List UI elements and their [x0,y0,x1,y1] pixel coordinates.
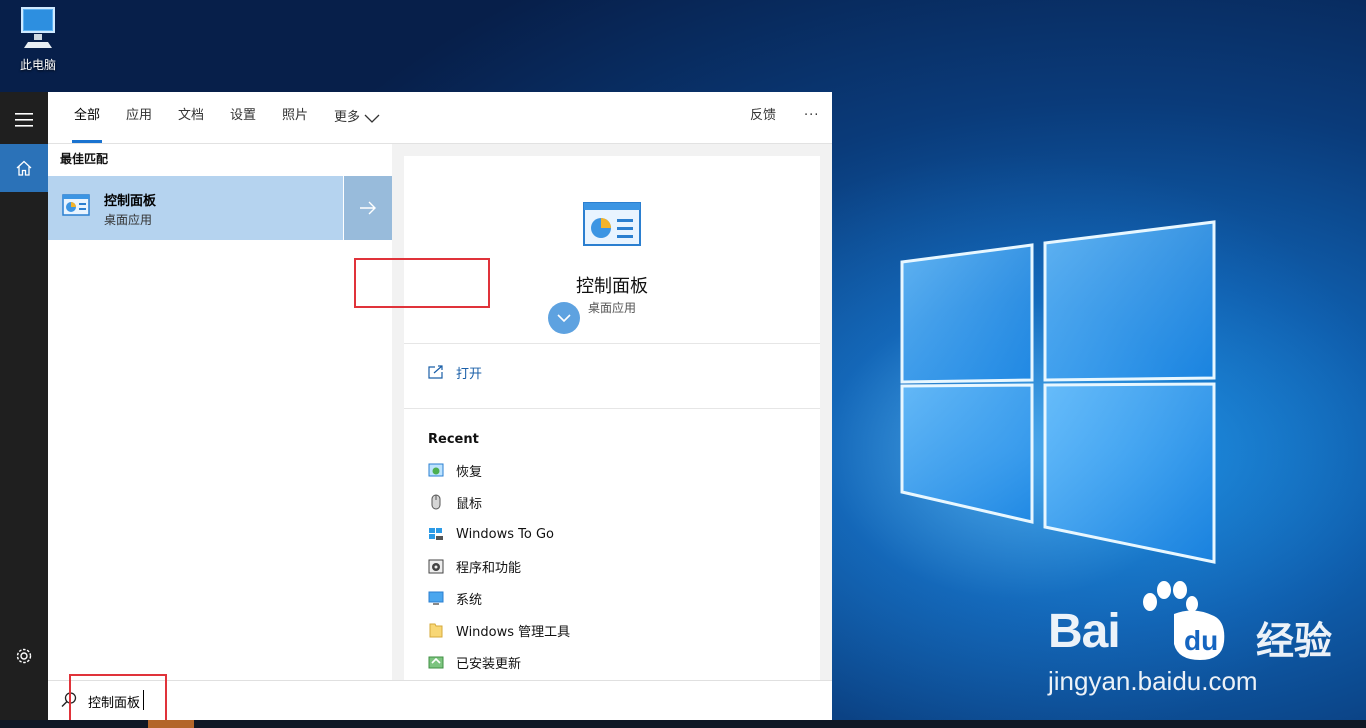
tab-more-label: 更多 [334,109,361,125]
results-list: 最佳匹配 控制面板 桌面应用 [48,144,392,680]
recent-item[interactable]: 系统 [428,587,482,609]
watermark-brand: Bai [1048,605,1121,658]
programs-features-icon [428,558,444,574]
recovery-icon [428,462,444,478]
taskbar-active-app[interactable] [148,720,194,728]
start-sidebar [0,92,48,720]
result-detail-pane: 控制面板 桌面应用 打开 Recent 恢复 鼠标 Windows To Go … [404,156,820,680]
recent-item[interactable]: Windows To Go [428,523,554,545]
installed-updates-icon [428,654,444,670]
hamburger-menu-icon [15,113,33,127]
recent-item-label: Windows To Go [456,526,555,542]
annotation-box-search [69,674,167,724]
recent-item-label: 鼠标 [456,496,483,512]
admin-tools-folder-icon [428,622,444,638]
windows-to-go-icon [428,526,444,542]
taskbar [0,720,1366,728]
tab-more[interactable]: 更多 [332,92,382,143]
best-match-heading: 最佳匹配 [60,152,109,166]
recent-item-label: 恢复 [456,464,483,480]
watermark-url: jingyan.baidu.com [1048,666,1258,696]
best-match-expand-button[interactable] [344,176,392,240]
recent-item[interactable]: 程序和功能 [428,555,521,577]
detail-header: 控制面板 桌面应用 [404,156,820,344]
best-match-title: 控制面板 [104,194,157,209]
best-match-subtitle: 桌面应用 [104,213,153,227]
svg-text:du: du [1184,625,1218,656]
tab-all[interactable]: 全部 [72,92,103,143]
home-button[interactable] [0,144,48,192]
expand-actions-button[interactable] [548,302,580,334]
desktop-icon-this-pc[interactable]: 此电脑 [6,2,70,73]
open-label: 打开 [456,367,483,382]
baidu-jingyan-watermark: Bai du 经验 jingyan.baidu.com [1044,580,1364,700]
recent-item-label: 系统 [456,592,483,608]
control-panel-large-icon [583,202,641,246]
open-action[interactable]: 打开 [404,345,820,409]
chevron-down-icon [557,314,571,323]
arrow-right-icon [360,201,376,215]
mouse-icon [428,494,444,510]
recent-item[interactable]: 恢复 [428,459,482,481]
recent-item[interactable]: 鼠标 [428,491,482,513]
tab-photos[interactable]: 照片 [280,92,310,143]
more-options-button[interactable]: ··· [802,92,821,143]
search-tab-bar: 全部 应用 文档 设置 照片 更多 反馈 ··· [48,92,832,144]
tab-settings[interactable]: 设置 [228,92,258,143]
recent-item-label: 已安装更新 [456,656,522,672]
home-icon [16,160,32,176]
feedback-link[interactable]: 反馈 [748,92,778,143]
recent-item-label: 程序和功能 [456,560,522,576]
chevron-down-icon [364,114,380,123]
desktop-icon-label: 此电脑 [19,58,56,72]
control-panel-icon [62,194,90,216]
recent-item-label: Windows 管理工具 [456,624,571,640]
search-panel: 全部 应用 文档 设置 照片 更多 反馈 ··· 最佳匹配 控制面板 桌面应用 [48,92,832,721]
recent-heading: Recent [428,432,479,447]
menu-button[interactable] [0,96,48,144]
computer-icon [21,7,55,48]
system-icon [428,590,444,606]
open-external-icon [428,365,443,379]
tab-apps[interactable]: 应用 [124,92,154,143]
settings-button[interactable] [0,632,48,680]
annotation-box-open [354,258,490,308]
best-match-result[interactable]: 控制面板 桌面应用 [48,176,343,240]
recent-item[interactable]: Windows 管理工具 [428,619,570,641]
tab-documents[interactable]: 文档 [176,92,206,143]
baidu-du-logo: du [1174,610,1225,660]
gear-icon [16,648,32,664]
recent-item[interactable]: 已安装更新 [428,651,521,673]
watermark-brand-cn: 经验 [1256,619,1333,663]
